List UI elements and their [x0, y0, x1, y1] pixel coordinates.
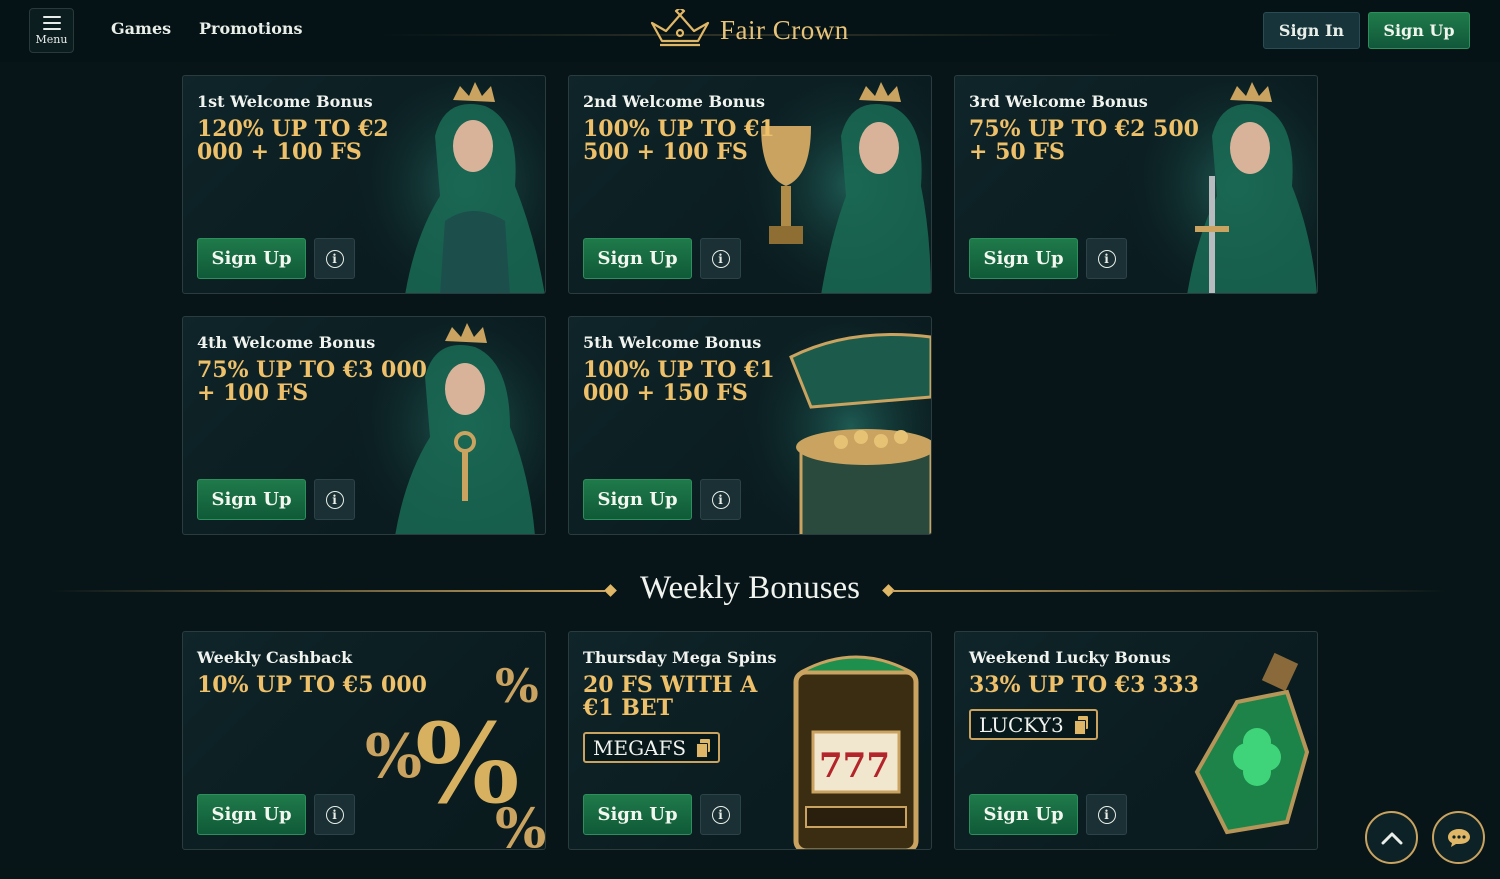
bonus-card-thursday-mega-spins: 777 Thursday Mega Spins 20 FS WITH A €1 …	[568, 631, 932, 850]
info-icon: i	[325, 805, 344, 824]
info-button[interactable]: i	[700, 794, 741, 835]
live-chat-button[interactable]	[1432, 811, 1485, 864]
promo-code-text: MEGAFS	[593, 735, 687, 760]
info-icon: i	[711, 249, 730, 268]
bonus-offer: 10% UP TO €5 000	[197, 672, 427, 698]
bonus-title: 2nd Welcome Bonus	[583, 92, 766, 111]
section-title: Weekly Bonuses	[639, 570, 861, 606]
weekly-bonuses-header: Weekly Bonuses	[0, 566, 1500, 614]
bonus-offer: 33% UP TO €3 333	[969, 672, 1199, 698]
bonus-card-3rd-welcome: 3rd Welcome Bonus 75% UP TO €2 500 + 50 …	[954, 75, 1318, 294]
info-icon: i	[1097, 805, 1116, 824]
card-sign-up-button[interactable]: Sign Up	[197, 794, 306, 835]
card-sign-up-button[interactable]: Sign Up	[197, 238, 306, 279]
elf-queen-illustration	[345, 76, 545, 293]
info-button[interactable]: i	[1086, 794, 1127, 835]
bonus-title: 5th Welcome Bonus	[583, 333, 762, 352]
copy-icon	[1073, 716, 1088, 735]
info-button[interactable]: i	[700, 479, 741, 520]
card-sign-up-button[interactable]: Sign Up	[583, 794, 692, 835]
bonus-offer: 100% UP TO €1 500 + 100 FS	[583, 116, 775, 165]
info-icon: i	[325, 490, 344, 509]
bonus-title: 4th Welcome Bonus	[197, 333, 376, 352]
info-button[interactable]: i	[314, 794, 355, 835]
info-button[interactable]: i	[1086, 238, 1127, 279]
info-icon: i	[1097, 249, 1116, 268]
info-button[interactable]: i	[700, 238, 741, 279]
hamburger-icon	[42, 15, 61, 30]
bonus-card-weekly-cashback: % % % % Weekly Cashback 10% UP TO €5 000…	[182, 631, 546, 850]
promo-code-megafs[interactable]: MEGAFS	[583, 732, 721, 763]
promo-code-text: LUCKY3	[979, 712, 1064, 737]
bonus-card-weekend-lucky: Weekend Lucky Bonus 33% UP TO €3 333 LUC…	[954, 631, 1318, 850]
info-button[interactable]: i	[314, 479, 355, 520]
svg-text:%: %	[495, 659, 539, 713]
scroll-to-top-button[interactable]	[1365, 811, 1418, 864]
card-sign-up-button[interactable]: Sign Up	[969, 794, 1078, 835]
card-sign-up-button[interactable]: Sign Up	[969, 238, 1078, 279]
bonus-card-1st-welcome: 1st Welcome Bonus 120% UP TO €2 000 + 10…	[182, 75, 546, 294]
bonus-card-2nd-welcome: 2nd Welcome Bonus 100% UP TO €1 500 + 10…	[568, 75, 932, 294]
bonus-title: Weekend Lucky Bonus	[969, 648, 1171, 667]
bonus-title: 3rd Welcome Bonus	[969, 92, 1148, 111]
bonus-card-5th-welcome: 5th Welcome Bonus 100% UP TO €1 000 + 15…	[568, 316, 932, 535]
sign-up-button[interactable]: Sign Up	[1368, 12, 1470, 49]
bonus-title: Weekly Cashback	[197, 648, 353, 667]
svg-text:%: %	[365, 722, 422, 792]
svg-text:%: %	[495, 796, 545, 850]
card-sign-up-button[interactable]: Sign Up	[583, 238, 692, 279]
sign-in-button[interactable]: Sign In	[1263, 12, 1360, 49]
chevron-up-icon	[1381, 832, 1402, 844]
percent-symbols-illustration: % % % %	[365, 659, 545, 850]
bonus-offer: 75% UP TO €3 000 + 100 FS	[197, 357, 427, 406]
fair-crown-logo[interactable]: Fair Crown	[648, 9, 849, 51]
chat-bubble-icon	[1447, 828, 1470, 847]
bonus-title: 1st Welcome Bonus	[197, 92, 373, 111]
info-icon: i	[325, 249, 344, 268]
nav-promotions[interactable]: Promotions	[199, 19, 303, 38]
copy-icon	[696, 739, 711, 758]
info-button[interactable]: i	[314, 238, 355, 279]
svg-text:777: 777	[819, 746, 890, 786]
card-sign-up-button[interactable]: Sign Up	[197, 479, 306, 520]
promo-code-lucky3[interactable]: LUCKY3	[969, 709, 1098, 740]
bonus-card-4th-welcome: 4th Welcome Bonus 75% UP TO €3 000 + 100…	[182, 316, 546, 535]
bonus-offer: 120% UP TO €2 000 + 100 FS	[197, 116, 389, 165]
bonus-offer: 100% UP TO €1 000 + 150 FS	[583, 357, 775, 406]
crown-icon	[650, 9, 710, 47]
top-header: Menu Games Promotions Fair Crown Sign In…	[0, 0, 1500, 62]
info-icon: i	[711, 805, 730, 824]
bonus-title: Thursday Mega Spins	[583, 648, 777, 667]
divider-line-right	[892, 590, 1447, 592]
menu-button[interactable]: Menu	[29, 8, 74, 53]
info-icon: i	[711, 490, 730, 509]
logo-text: Fair Crown	[720, 14, 849, 45]
nav-games[interactable]: Games	[111, 19, 171, 38]
bonus-offer: 75% UP TO €2 500 + 50 FS	[969, 116, 1199, 165]
card-sign-up-button[interactable]: Sign Up	[583, 479, 692, 520]
bonus-offer: 20 FS WITH A €1 BET	[583, 672, 758, 721]
menu-label: Menu	[35, 32, 68, 46]
